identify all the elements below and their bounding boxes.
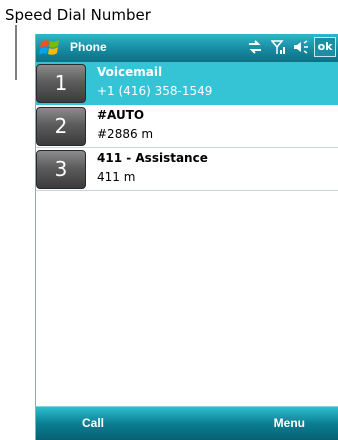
windows-start-icon[interactable]: [38, 36, 62, 60]
speed-dial-row[interactable]: 1 Voicemail +1 (416) 358-1549: [36, 62, 338, 105]
window-title: Phone: [70, 40, 107, 54]
phone-window: Phone ok 1 Voicemail +1 (416) 358-1549 2…: [35, 34, 338, 440]
speed-dial-number-key[interactable]: 1: [36, 64, 86, 103]
signal-strength-icon[interactable]: [271, 39, 285, 55]
speed-dial-name: #AUTO: [97, 108, 145, 122]
speed-dial-phone-number: #2886 m: [97, 127, 154, 141]
speaker-volume-icon[interactable]: [293, 40, 309, 54]
connectivity-icon[interactable]: [247, 40, 263, 54]
speed-dial-phone-number: 411 m: [97, 170, 136, 184]
ok-button[interactable]: ok: [314, 37, 336, 57]
title-bar: Phone ok: [36, 34, 338, 62]
speed-dial-row[interactable]: 3 411 - Assistance 411 m: [36, 148, 338, 191]
speed-dial-name: 411 - Assistance: [97, 151, 208, 165]
speed-dial-number-key[interactable]: 2: [36, 107, 86, 146]
speed-dial-phone-number: +1 (416) 358-1549: [97, 84, 213, 98]
status-icons: [247, 39, 309, 55]
speed-dial-list: 1 Voicemail +1 (416) 358-1549 2 #AUTO #2…: [36, 62, 338, 191]
softkey-bar: Call Menu: [36, 406, 338, 440]
speed-dial-name: Voicemail: [97, 65, 163, 79]
call-softkey[interactable]: Call: [82, 416, 104, 430]
menu-softkey[interactable]: Menu: [274, 416, 305, 430]
speed-dial-row[interactable]: 2 #AUTO #2886 m: [36, 105, 338, 148]
speed-dial-number-key[interactable]: 3: [36, 150, 86, 189]
